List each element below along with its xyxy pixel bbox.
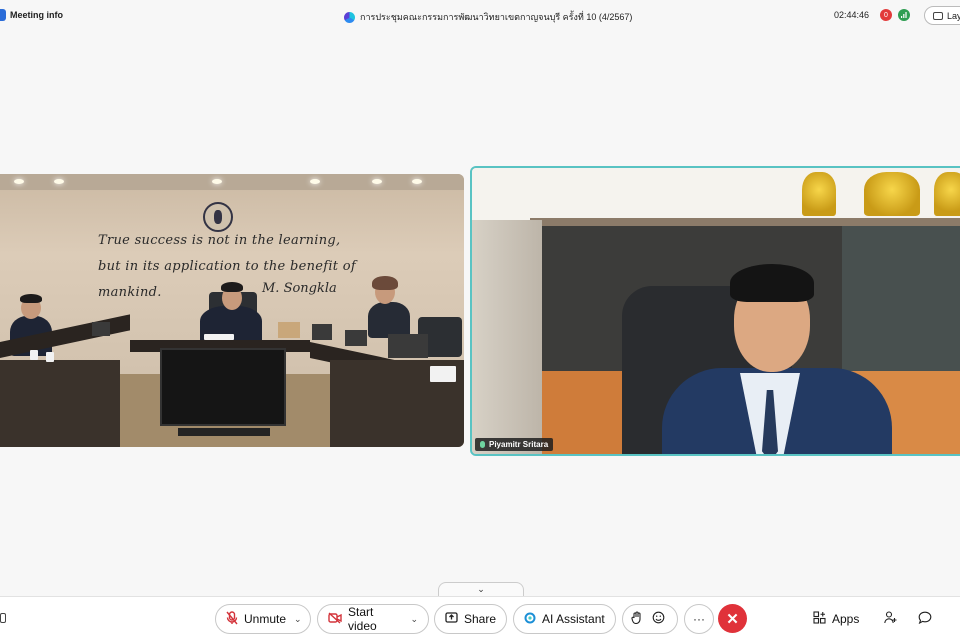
captions-icon[interactable]	[0, 613, 6, 623]
cabinet	[842, 226, 960, 371]
meeting-clock: 02:44:46	[834, 10, 870, 20]
meeting-title: การประชุมคณะกรรมการพัฒนาวิทยาเขตกาญจนบุร…	[344, 10, 632, 24]
shelf	[530, 218, 960, 226]
start-video-button[interactable]: Start video ⌄	[317, 604, 429, 634]
layout-button[interactable]: Lay	[924, 6, 960, 25]
video-tile-active-speaker[interactable]: Piyamitr Sritara	[470, 166, 960, 456]
meeting-control-bar: Unmute ⌄ Start video ⌄ Share AI Assistan…	[0, 596, 960, 640]
collapse-controls-button[interactable]: ⌄	[438, 582, 524, 596]
reactions-icon[interactable]	[652, 611, 665, 627]
chevron-down-icon[interactable]: ⌄	[410, 614, 418, 625]
ai-assistant-icon	[524, 612, 536, 627]
participant-name-tag: Piyamitr Sritara	[475, 438, 554, 451]
video-tile-conference-room[interactable]: True success is not in the learning, but…	[0, 174, 464, 447]
participant-hair	[221, 282, 243, 292]
collapse-chevron-icon: ⌄	[477, 584, 485, 594]
monitor-stand	[178, 428, 270, 436]
microphone-muted-icon	[226, 610, 238, 628]
top-bar: Meeting info การประชุมคณะกรรมการพัฒนาวิท…	[0, 0, 960, 32]
start-video-label: Start video	[348, 605, 377, 633]
end-call-icon[interactable]: ✕	[718, 604, 747, 633]
raise-hand-icon[interactable]	[631, 611, 642, 627]
chevron-down-icon[interactable]: ⌄	[294, 614, 302, 625]
gold-ornament	[802, 172, 836, 216]
video-off-icon	[328, 611, 342, 627]
name-card	[204, 334, 234, 340]
ceiling-light	[412, 179, 422, 184]
table-front-left	[0, 360, 120, 447]
more-options-icon[interactable]: ···	[684, 604, 714, 634]
laptop	[345, 330, 367, 346]
apps-button[interactable]: Apps	[813, 611, 859, 627]
ceiling-light	[310, 179, 320, 184]
ceiling-light	[14, 179, 24, 184]
room-ceiling	[0, 174, 464, 190]
participant-hair	[372, 276, 398, 290]
recording-icon[interactable]: 0	[880, 9, 892, 21]
cup	[30, 350, 38, 360]
apps-label: Apps	[832, 612, 860, 626]
info-icon	[0, 9, 6, 21]
side-wall	[472, 220, 542, 454]
share-label: Share	[464, 612, 497, 626]
chat-icon[interactable]	[918, 611, 932, 624]
laptop	[388, 334, 428, 358]
layout-icon	[933, 11, 943, 20]
microphone-icon	[480, 441, 485, 448]
ai-assistant-label: AI Assistant	[542, 612, 605, 626]
meeting-info-label: Meeting info	[10, 10, 63, 20]
cup	[46, 352, 54, 362]
unmute-button[interactable]: Unmute ⌄	[215, 604, 311, 634]
laptop	[312, 324, 332, 340]
wall-quote-signature: M. Songkla	[262, 281, 337, 296]
apps-icon	[813, 611, 826, 627]
ai-assistant-button[interactable]: AI Assistant	[513, 604, 616, 634]
participant-hair	[20, 294, 42, 303]
participant-name: Piyamitr Sritara	[489, 440, 549, 449]
network-signal-icon[interactable]	[898, 9, 910, 21]
participants-icon[interactable]	[884, 611, 898, 624]
share-button[interactable]: Share	[434, 604, 507, 634]
name-card	[430, 366, 456, 382]
gold-ornament	[864, 172, 920, 216]
layout-button-label: Lay	[947, 10, 960, 21]
laptop	[92, 322, 110, 336]
ceiling-light	[212, 179, 222, 184]
laptop	[278, 322, 300, 338]
tv-monitor	[160, 348, 286, 426]
reactions-group	[622, 604, 678, 634]
gold-ornament	[934, 172, 960, 216]
participant	[368, 302, 410, 338]
webex-logo-icon	[344, 11, 355, 23]
share-screen-icon	[445, 612, 458, 626]
meeting-info-button[interactable]: Meeting info	[0, 9, 63, 21]
speaker-hair	[730, 264, 814, 302]
ceiling-light	[372, 179, 382, 184]
unmute-label: Unmute	[244, 612, 287, 626]
meeting-title-text: การประชุมคณะกรรมการพัฒนาวิทยาเขตกาญจนบุร…	[360, 12, 633, 22]
ceiling-light	[54, 179, 64, 184]
